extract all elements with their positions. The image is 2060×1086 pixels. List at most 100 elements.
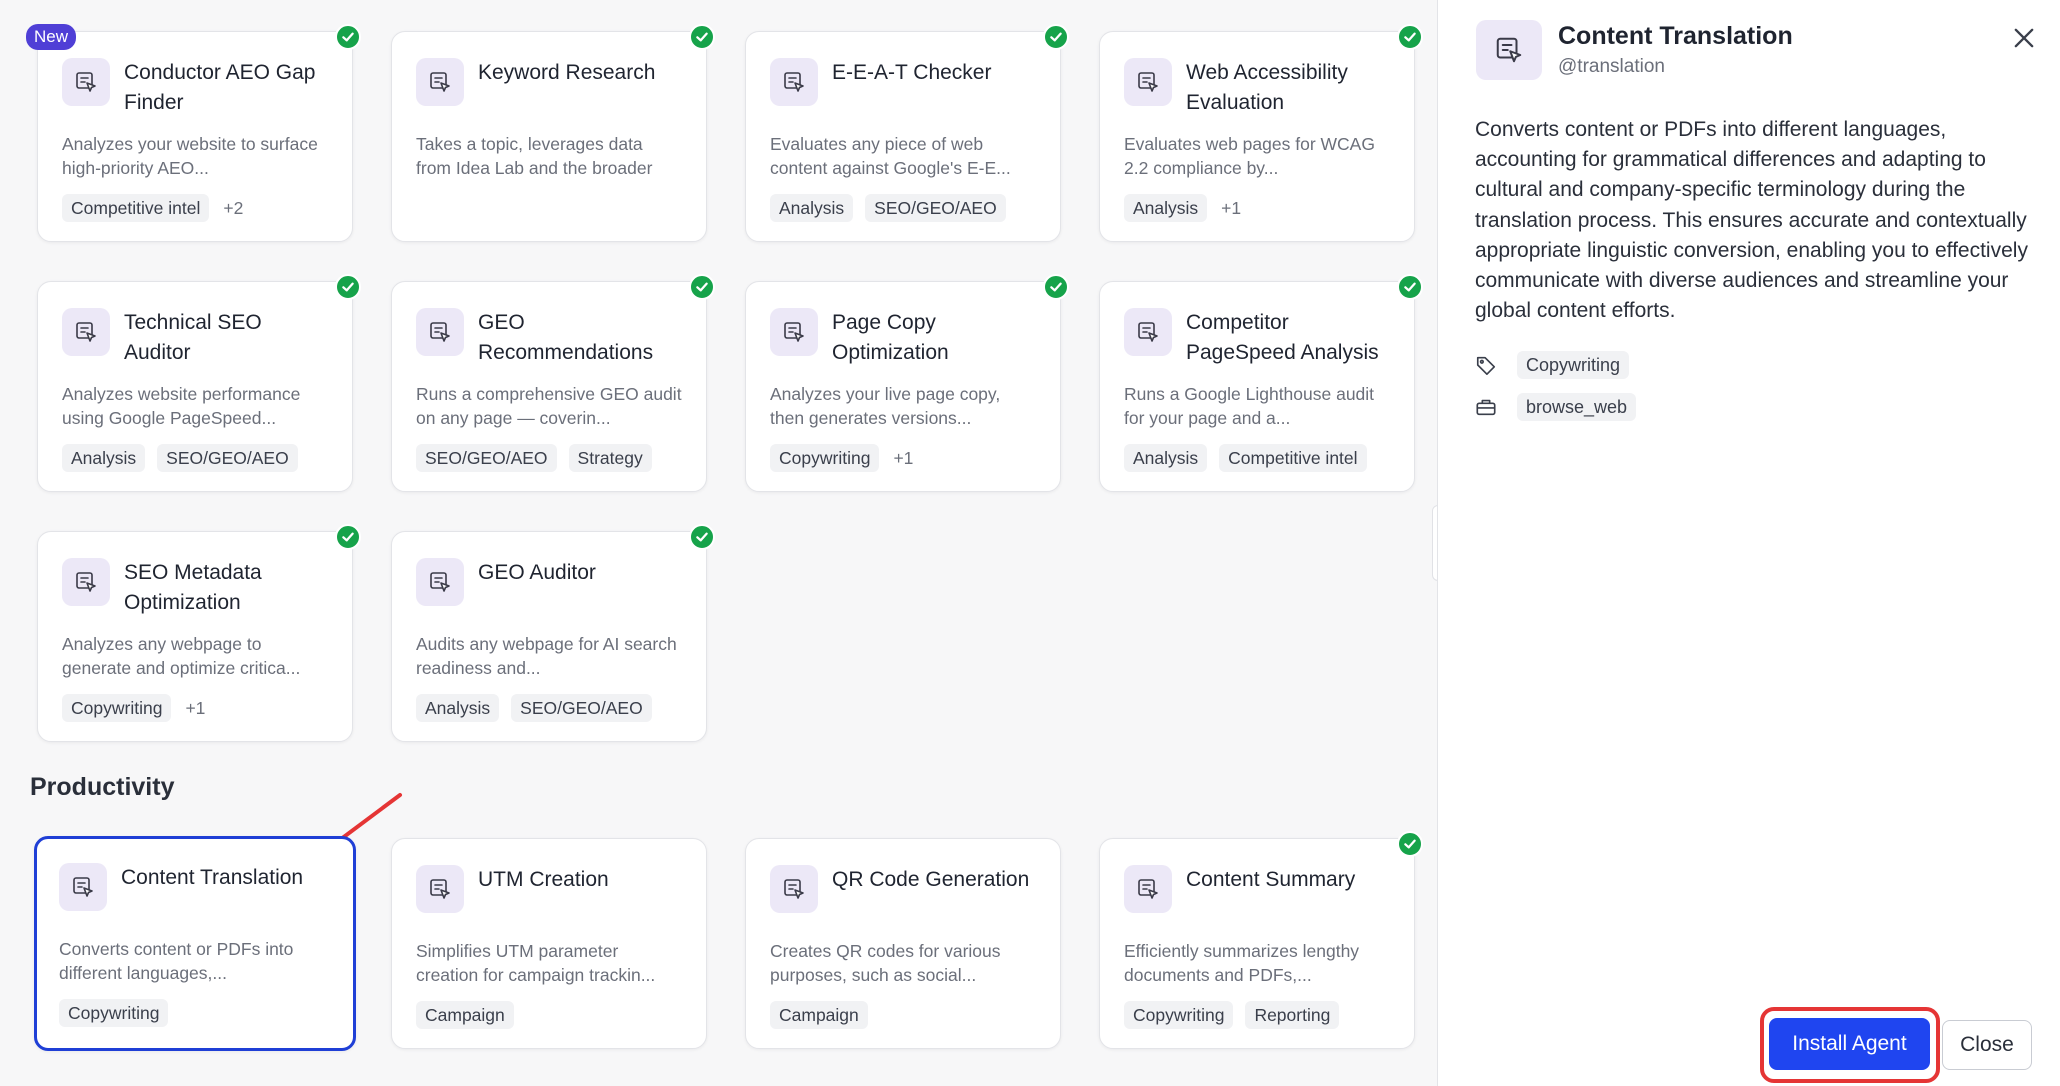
panel-handle: @translation (1558, 56, 1665, 77)
agent-card[interactable]: Content Translation Converts content or P… (34, 836, 356, 1051)
card-title: GEO Auditor (478, 561, 596, 584)
agent-icon (1124, 865, 1172, 913)
card-tag: Competitive intel (1219, 444, 1367, 472)
card-description: Evaluates any piece of web content again… (770, 134, 1011, 178)
agent-card[interactable]: GEO Recommendations Runs a comprehensive … (391, 274, 715, 492)
card-tags: Analysis +1 (1124, 194, 1390, 222)
agent-icon (770, 865, 818, 913)
card-description: Analyzes your website to surface high-pr… (62, 134, 318, 178)
card-tag: Competitive intel (62, 194, 210, 222)
category-row: Copywriting (1475, 351, 1630, 379)
card-tag: Copywriting (62, 694, 172, 722)
agent-card[interactable]: QR Code Generation Creates QR codes for v… (745, 838, 1061, 1049)
agent-icon (770, 58, 818, 106)
card-description: Converts content or PDFs into different … (59, 939, 294, 983)
card-tags: Copywriting +1 (62, 694, 328, 722)
agent-card[interactable]: New Conductor AEO Gap Finder Analyzes your… (26, 24, 361, 242)
installed-check-icon (1397, 274, 1423, 300)
card-tags: Analysis Competitive intel (1124, 444, 1390, 472)
more-tags-count: +1 (893, 447, 914, 468)
card-title: Content Summary (1186, 868, 1356, 891)
card-tag: SEO/GEO/AEO (865, 194, 1006, 222)
card-tag: Copywriting (1124, 1001, 1234, 1029)
agent-icon (1124, 58, 1172, 106)
agent-icon (1124, 308, 1172, 356)
agent-card[interactable]: UTM Creation Simplifies UTM parameter cre… (391, 838, 707, 1049)
card-title: Conductor AEO Gap Finder (124, 61, 316, 114)
agent-card[interactable]: SEO Metadata Optimization Analyzes any we… (37, 524, 361, 742)
card-title: GEO Recommendations (478, 311, 654, 364)
agent-card[interactable]: Content Summary Efficiently summarizes le… (1099, 831, 1423, 1049)
agent-icon (416, 558, 464, 606)
agent-icon (62, 58, 110, 106)
card-tag: Reporting (1245, 1001, 1340, 1029)
card-tags: Analysis SEO/GEO/AEO (62, 444, 328, 472)
card-description: Audits any webpage for AI search readine… (416, 634, 677, 678)
agent-icon (59, 863, 107, 911)
panel-description: Converts content or PDFs into different … (1475, 118, 2028, 323)
card-title: SEO Metadata Optimization (124, 561, 262, 614)
card-description: Simplifies UTM parameter creation for ca… (416, 941, 656, 985)
agent-icon (1476, 20, 1542, 80)
installed-check-icon (689, 274, 715, 300)
close-icon[interactable] (2010, 24, 2038, 52)
agent-card[interactable]: Technical SEO Auditor Analyzes website pe… (37, 274, 361, 492)
toolbox-icon (1476, 399, 1496, 416)
card-tags: Copywriting (59, 999, 331, 1027)
card-tag: Copywriting (770, 444, 880, 472)
agent-detail-panel: Content Translation @translation Convert… (1437, 0, 2060, 1086)
more-tags-count: +1 (185, 697, 206, 718)
panel-title: Content Translation (1558, 22, 1793, 50)
new-badge: New (26, 24, 77, 50)
category-tag: Copywriting (1517, 351, 1630, 379)
card-description: Takes a topic, leverages data from Idea … (416, 134, 653, 178)
card-description: Efficiently summarizes lengthy documents… (1124, 941, 1360, 985)
tools-row: browse_web (1475, 393, 1637, 421)
card-tags: Copywriting +1 (770, 444, 1036, 472)
tool-tag: browse_web (1517, 393, 1637, 421)
agent-icon (416, 308, 464, 356)
card-tag: Analysis (1124, 444, 1208, 472)
installed-check-icon (1397, 831, 1423, 857)
card-tag: Analysis (770, 194, 854, 222)
agent-icon (416, 865, 464, 913)
card-tags: Copywriting Reporting (1124, 1001, 1390, 1029)
card-title: Competitor PageSpeed Analysis (1186, 311, 1379, 364)
card-tag: Analysis (416, 694, 500, 722)
card-title: Web Accessibility Evaluation (1186, 61, 1348, 114)
more-tags-count: +2 (223, 197, 244, 218)
card-description: Evaluates web pages for WCAG 2.2 complia… (1124, 134, 1375, 178)
card-description: Analyzes website performance using Googl… (62, 384, 301, 428)
more-tags-count: +1 (1221, 197, 1242, 218)
installed-check-icon (1043, 274, 1069, 300)
agent-card[interactable]: Keyword Research Takes a topic, leverages… (391, 24, 715, 242)
card-description: Runs a Google Lighthouse audit for your … (1124, 384, 1375, 428)
installed-check-icon (335, 24, 361, 50)
card-tag: Analysis (1124, 194, 1208, 222)
installed-check-icon (335, 274, 361, 300)
card-title: Technical SEO Auditor (124, 311, 262, 364)
section-title-productivity: Productivity (30, 773, 175, 801)
card-title: UTM Creation (478, 868, 609, 891)
close-button[interactable]: Close (1942, 1020, 2032, 1070)
installed-check-icon (689, 524, 715, 550)
card-description: Runs a comprehensive GEO audit on any pa… (416, 384, 682, 428)
card-description: Creates QR codes for various purposes, s… (770, 941, 1001, 985)
agent-card[interactable]: Web Accessibility Evaluation Evaluates we… (1099, 24, 1423, 242)
card-tags: Campaign (770, 1001, 1036, 1029)
card-title: Keyword Research (478, 61, 656, 84)
agent-grid: New Conductor AEO Gap Finder Analyzes your… (26, 24, 1423, 742)
card-tags: Analysis SEO/GEO/AEO (770, 194, 1036, 222)
agent-card[interactable]: Page Copy Optimization Analyzes your live… (745, 274, 1069, 492)
agent-card[interactable]: E-E-A-T Checker Evaluates any piece of we… (745, 24, 1069, 242)
card-title: Page Copy Optimization (832, 311, 949, 364)
agent-card[interactable]: Competitor PageSpeed Analysis Runs a Goog… (1099, 274, 1423, 492)
agent-card[interactable]: GEO Auditor Audits any webpage for AI sea… (391, 524, 715, 742)
card-tags: SEO/GEO/AEO Strategy (416, 444, 682, 472)
installed-check-icon (1043, 24, 1069, 50)
card-tag: SEO/GEO/AEO (157, 444, 298, 472)
productivity-grid: Content Translation Converts content or P… (34, 831, 1423, 1051)
install-agent-button[interactable]: Install Agent (1769, 1018, 1930, 1070)
card-tags: Analysis SEO/GEO/AEO (416, 694, 682, 722)
agent-icon (62, 558, 110, 606)
